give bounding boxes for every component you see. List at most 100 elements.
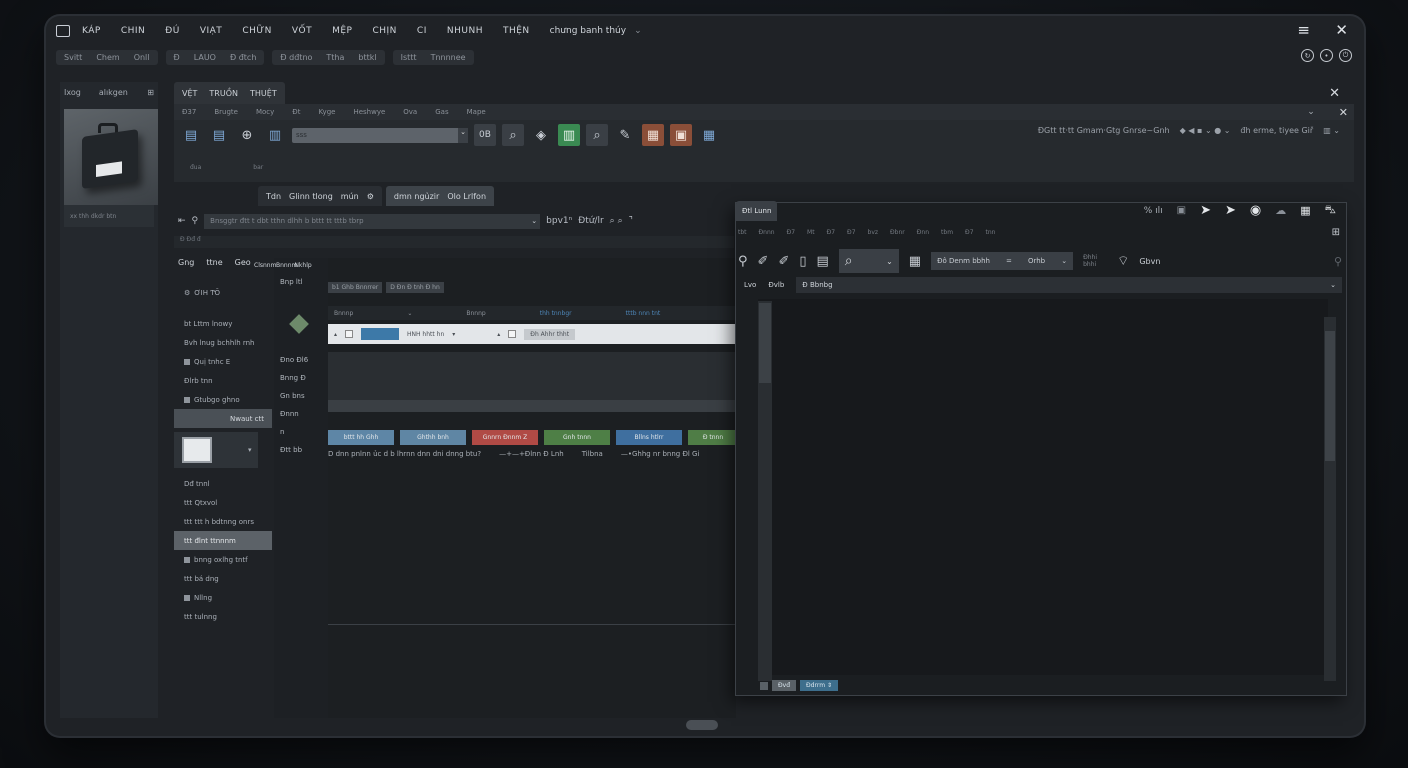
table-icon[interactable]: ▦ [698,124,720,146]
tree-item[interactable]: bnng oxlhg tntf [174,550,272,569]
tree-item-selected[interactable]: ttt đlnt ttnnnm [174,531,272,550]
property-item[interactable]: Gn bns [274,387,328,405]
menu-label[interactable]: bvz [868,229,879,236]
close-icon[interactable]: ✕ [1329,86,1340,101]
refresh-icon[interactable]: ↻ [1301,49,1314,62]
checkbox-icon[interactable] [184,396,190,403]
tree-item[interactable]: ttt Qtxvol [174,493,272,512]
left-panel-label[interactable]: alıkgen [99,88,128,97]
table-row[interactable]: ▴ HNH hhtt hn ▾ ▴ Đh Ahhr thht [328,324,736,344]
tree-item[interactable]: Dđ tnnl [174,474,272,493]
menu-label[interactable]: Mt [807,229,815,236]
menu-label[interactable]: tbt [738,229,747,236]
sub-tab-group-3[interactable]: Đ dđtno Ttha bttkl [272,50,385,65]
row-checkbox[interactable] [508,330,517,338]
stamp-icon[interactable]: ✐ [778,254,789,269]
window-icon[interactable]: ▣ [1177,205,1186,216]
menu-item-chin2[interactable]: CHỊN [372,26,396,36]
preview-thumbnail[interactable] [64,109,158,205]
chart-icon[interactable]: ▥ [558,124,580,146]
tag[interactable]: b1 Ghb Bnnrrer [328,282,383,293]
floating-window-canvas[interactable] [758,299,1328,675]
property-item[interactable]: Đtt bb [274,441,328,459]
dock-handle[interactable] [686,720,718,730]
menu-item-du[interactable]: ĐÚ [165,26,180,36]
ribbon-label[interactable]: Đt [292,108,300,116]
addr-label[interactable]: Lvo [744,281,756,289]
content-header-label[interactable]: Nkhlp [294,262,311,269]
eye-icon[interactable]: ◉ [1250,203,1261,218]
user-icon[interactable]: ⚲ [192,216,199,226]
chevron-down-icon[interactable]: ⌄ [1307,107,1315,117]
left-panel-label[interactable]: Ixog [64,88,81,97]
expand-icon[interactable]: ▴ [497,331,500,338]
arrow-icon[interactable]: ⇤ [178,216,186,226]
property-item[interactable]: n [274,423,328,441]
bars-icon[interactable]: ▥ ⌄ [1323,126,1340,135]
status-chip[interactable]: Đvđ [772,680,797,691]
address-input[interactable]: Bnsggtr đtt t dbt tthn dlhh b bttt tt tt… [204,213,541,229]
action-button[interactable]: Gnnrn Đnnm Z [472,430,538,445]
scrollbar-thumb[interactable] [1325,331,1335,461]
tree-thumbnail[interactable]: ▾ [174,432,258,468]
list-icon[interactable]: ▤ [208,124,230,146]
zoom-icon[interactable]: ⌕ [586,124,608,146]
chart-bar-icon[interactable]: ▦ [642,124,664,146]
toolbar-text[interactable]: đh erme, tiyee Giř [1240,126,1313,135]
column-header[interactable]: Bnnnp [466,310,485,317]
ribbon-label[interactable]: Gas [435,108,448,116]
search-dropdown[interactable]: ⌕ ⌄ [838,249,899,273]
pen-icon[interactable]: ✎ [614,124,636,146]
calculator-icon[interactable]: ▤ [817,254,829,269]
checkbox-icon[interactable] [184,358,190,365]
left-scrollbar[interactable] [758,301,772,681]
row-checkbox[interactable] [345,330,354,338]
wifi-icon[interactable]: ⌔ [1117,253,1129,269]
tree-item[interactable]: Quị tnhc E [174,352,272,371]
close-icon[interactable]: ✕ [1339,106,1348,119]
chevron-down-icon[interactable]: ⌄ [634,26,642,36]
percent-icon[interactable]: % ılı [1144,206,1163,216]
toolbar-label[interactable]: Gbvn [1139,257,1160,266]
tree-title[interactable]: ⚙ ƠIH Ƭ̛Ŏ [174,283,272,302]
sub-tab-group-4[interactable]: Isttt Tnnnnee [392,50,474,65]
checkbox-icon[interactable] [184,594,190,601]
sub-tab-group-2[interactable]: Đ LAUO Đ đtch [165,50,265,65]
shape-icon[interactable]: ◆ ◀ ▪ ⌄ ● ⌄ [1180,126,1231,135]
doc-tab[interactable]: VỆT [182,89,197,98]
ob-icon[interactable]: 0B [474,124,496,146]
grid-icon[interactable]: ⊞ [1332,227,1340,238]
record-icon[interactable]: • [1320,49,1333,62]
app-icon[interactable] [56,25,70,37]
tag-icon[interactable]: ◈ [530,124,552,146]
action-button[interactable]: bttt hh Ghh [328,430,394,445]
menu-item-chung[interactable]: chưng banh thúy [550,26,626,36]
chevron-down-icon[interactable]: ▾ [452,331,455,338]
content-header-label[interactable]: Clsnnm [254,262,276,269]
file-icon[interactable]: ▯ [799,254,806,269]
menu-label[interactable]: Đ7 [965,229,973,236]
tree-item[interactable]: bt Lttm lnowy [174,314,272,333]
sub-tab-group-1[interactable]: Svitt Chem Onll [56,50,158,65]
search-icon[interactable]: ⌕ ⌕ [610,216,623,226]
tree-item-highlight[interactable]: Nwaut ctt [174,409,272,428]
car-icon[interactable]: ⛍ [1325,203,1336,218]
column-header[interactable]: tttb nnn tnt [626,310,661,317]
brush-icon[interactable]: ✐ [758,254,769,269]
hamburger-icon[interactable]: ≡ [1297,23,1310,38]
menu-item-viat[interactable]: VIẠT [200,26,222,36]
menu-label[interactable]: Đ7 [847,229,855,236]
ribbon-label[interactable]: Mocy [256,108,274,116]
menu-label[interactable]: tnn [986,229,996,236]
addr-field[interactable]: Đ Bbnbg ⌄ [796,277,1342,293]
ribbon-label[interactable]: Mape [467,108,486,116]
toolbar-select[interactable]: sss ⌄ [292,127,468,143]
property-item[interactable]: Đnnn [274,405,328,423]
property-item[interactable]: Bnng Đ [274,369,328,387]
menu-item-vot[interactable]: VỐT [292,26,312,36]
tree-item[interactable]: Gtubgo ghno [174,390,272,409]
addr-label[interactable]: Đvlb [768,281,784,289]
tree-header-label[interactable]: Gng [178,258,194,267]
doc-tab[interactable]: TRUỒN [209,89,238,98]
ribbon-label[interactable]: Đ37 [182,108,196,116]
